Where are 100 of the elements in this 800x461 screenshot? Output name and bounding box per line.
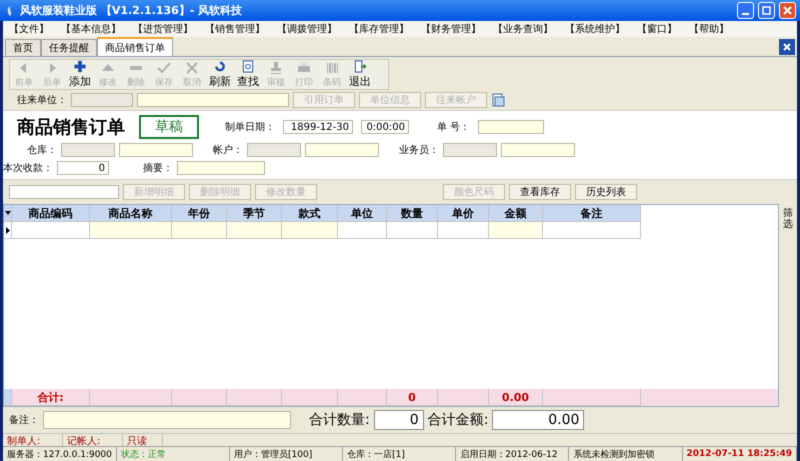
close-icon <box>783 6 792 15</box>
field-label: 制单日期： <box>225 120 275 134</box>
column-header[interactable]: 季节 <box>227 205 282 222</box>
tab[interactable]: 任务提醒 <box>41 39 97 56</box>
status-text: 启用日期：2012-06-12 <box>456 447 570 461</box>
menu-item[interactable]: 【进货管理】 <box>133 22 193 36</box>
action-button[interactable]: 历史列表 <box>575 184 637 200</box>
input-field[interactable]: 0 <box>57 161 109 175</box>
minimize-button[interactable] <box>737 2 754 19</box>
menu-item[interactable]: 【帮助】 <box>689 22 729 36</box>
tab[interactable]: 首页 <box>5 39 41 56</box>
menu-item[interactable]: 【销售管理】 <box>205 22 265 36</box>
field-label: 业务员： <box>399 144 439 157</box>
toolbar-button[interactable]: 查找 <box>234 60 262 89</box>
column-header[interactable]: 商品名称 <box>90 205 172 222</box>
total-cell: 合计: <box>12 389 90 406</box>
input-field[interactable] <box>247 143 301 157</box>
column-header[interactable]: 款式 <box>282 205 338 222</box>
menu-item[interactable]: 【窗口】 <box>637 22 677 36</box>
menu-item[interactable]: 【财务管理】 <box>421 22 481 36</box>
input-field[interactable] <box>119 143 193 157</box>
refresh-icon <box>213 60 227 73</box>
note-field[interactable] <box>43 411 291 429</box>
menu-item[interactable]: 【系统维护】 <box>565 22 625 36</box>
action-button[interactable]: 查看库存 <box>509 184 571 200</box>
field-label: 单 号： <box>437 120 470 134</box>
menu-item[interactable]: 【库存管理】 <box>349 22 409 36</box>
amount-field: 0.00 <box>492 410 584 430</box>
close-button[interactable] <box>779 2 796 19</box>
maximize-button[interactable] <box>758 2 775 19</box>
total-cell: 0 <box>387 389 438 406</box>
status-text: 仓库：一店[1] <box>343 447 456 461</box>
input-field[interactable] <box>9 184 119 198</box>
column-header[interactable]: 金额 <box>489 205 543 222</box>
menu-item[interactable]: 【文件】 <box>9 22 49 36</box>
plus-icon <box>73 60 87 73</box>
print-icon <box>297 60 311 74</box>
field-label: 仓库： <box>27 144 57 157</box>
exit-icon <box>353 60 367 73</box>
form-title: 商品销售订单 <box>17 116 125 139</box>
table-cell[interactable] <box>489 222 543 239</box>
menu-item[interactable]: 【调拨管理】 <box>277 22 337 36</box>
table-cell[interactable] <box>543 222 641 239</box>
search-icon <box>241 60 255 73</box>
check-icon <box>157 60 171 74</box>
column-header[interactable]: 备注 <box>543 205 641 222</box>
column-header[interactable]: 单价 <box>438 205 489 222</box>
column-header[interactable]: 年份 <box>172 205 227 222</box>
total-cell <box>227 389 282 406</box>
field-label: 合计金额: <box>428 411 488 429</box>
signature-label: 只读 <box>123 434 163 446</box>
input-field[interactable] <box>478 120 544 134</box>
input-field[interactable] <box>177 161 265 175</box>
tab[interactable]: 商品销售订单 <box>97 37 173 56</box>
menu-item[interactable]: 【业务查询】 <box>493 22 553 36</box>
table-cell[interactable] <box>282 222 338 239</box>
signature-label: 制单人: <box>3 434 63 446</box>
row-pointer-icon <box>6 226 10 234</box>
minimize-icon <box>742 12 749 14</box>
table-cell[interactable] <box>227 222 282 239</box>
status-text: 2012-07-11 18:25:49 <box>682 447 797 461</box>
column-header[interactable]: 单位 <box>338 205 387 222</box>
input-field[interactable] <box>305 143 379 157</box>
window-title: 风软服装鞋业版 【V1.2.1.136】- 风软科技 <box>20 3 244 18</box>
input-field[interactable] <box>443 143 497 157</box>
input-field[interactable] <box>61 143 115 157</box>
field-label: 备注： <box>9 414 39 427</box>
input-field[interactable] <box>137 93 289 107</box>
maximize-icon <box>762 6 771 15</box>
field-label: 摘要： <box>143 162 173 175</box>
toolbar-button[interactable]: 添加 <box>66 60 94 89</box>
row-header <box>4 389 12 406</box>
date-field[interactable]: 1899-12-30 <box>283 120 353 134</box>
status-text: 服务器：127.0.0.1:9000 <box>3 447 117 461</box>
input-field[interactable] <box>71 93 133 107</box>
table-cell[interactable] <box>438 222 489 239</box>
status-text: 状态：正常 <box>116 447 230 461</box>
x-icon <box>185 60 199 74</box>
toolbar-button[interactable]: 刷新 <box>206 60 234 89</box>
table-cell[interactable] <box>172 222 227 239</box>
status-text: 系统未检测到加密锁 <box>569 447 683 461</box>
time-field[interactable]: 0:00:00 <box>361 120 409 134</box>
total-cell <box>172 389 227 406</box>
input-field[interactable] <box>501 143 575 157</box>
field-label: 帐户： <box>213 144 243 157</box>
table-cell[interactable] <box>12 222 90 239</box>
table-cell[interactable] <box>90 222 172 239</box>
document-icon <box>491 93 505 107</box>
toolbar-button[interactable]: 退出 <box>346 60 374 89</box>
table-cell[interactable] <box>387 222 438 239</box>
close-icon[interactable] <box>779 39 795 55</box>
total-cell <box>338 389 387 406</box>
status-text: 用户：管理员[100] <box>230 447 344 461</box>
column-header[interactable]: 数量 <box>387 205 438 222</box>
column-menu-button[interactable] <box>4 205 12 222</box>
menu-item[interactable]: 【基本信息】 <box>61 22 121 36</box>
column-header[interactable]: 商品编码 <box>12 205 90 222</box>
total-cell: 0.00 <box>489 389 543 406</box>
table-cell[interactable] <box>338 222 387 239</box>
field-label: 往来单位： <box>17 94 67 107</box>
